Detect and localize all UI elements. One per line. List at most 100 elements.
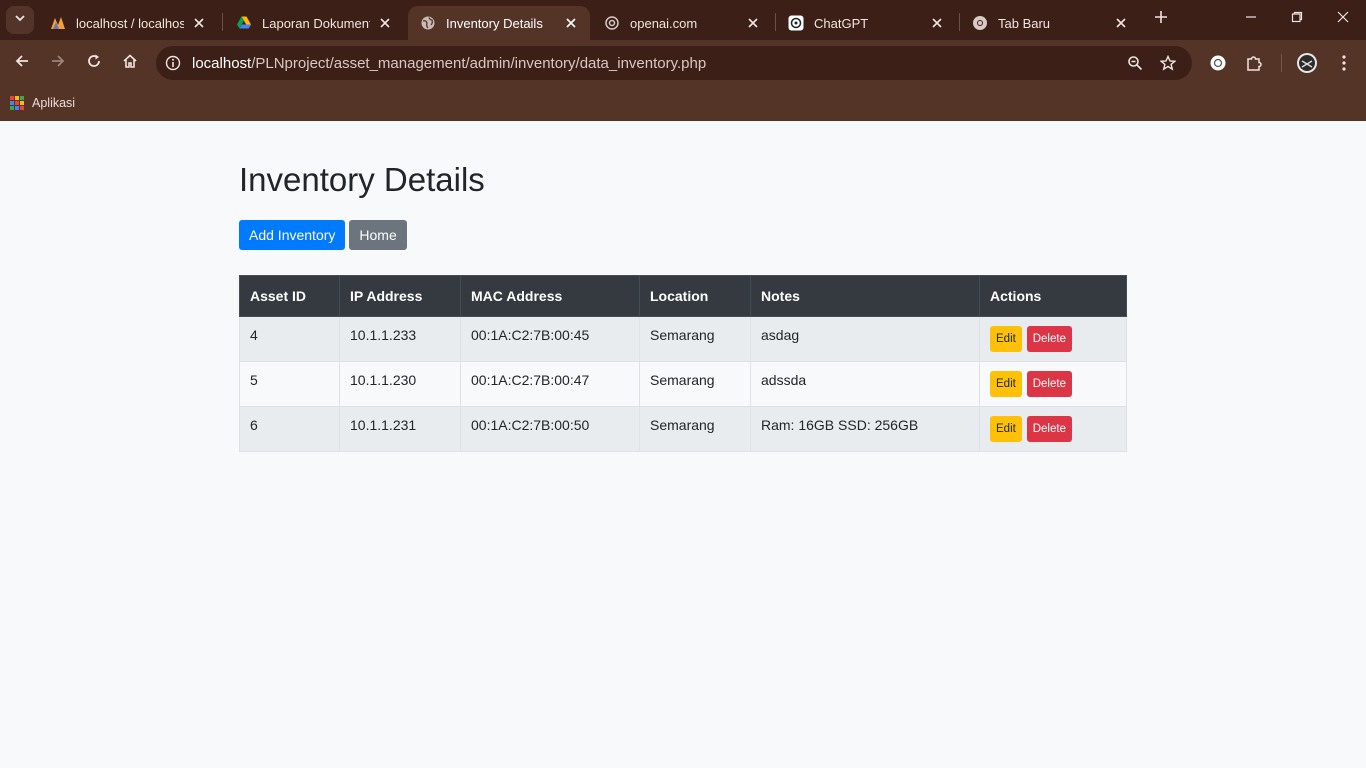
site-info-icon[interactable]	[162, 52, 184, 74]
back-button[interactable]	[10, 51, 34, 75]
toolbar-divider	[1281, 54, 1282, 72]
delete-button[interactable]: Delete	[1026, 416, 1072, 442]
tab-chatgpt[interactable]: ChatGPT	[776, 6, 956, 40]
new-tab-button[interactable]	[1150, 8, 1172, 30]
add-inventory-button[interactable]: Add Inventory	[239, 220, 346, 250]
delete-button[interactable]: Delete	[1026, 326, 1072, 352]
actions-cell: Edit Delete	[979, 316, 1127, 362]
bookmarks-bar: Aplikasi	[0, 86, 1366, 121]
col-location: Location	[639, 275, 751, 317]
col-asset-id: Asset ID	[239, 275, 340, 317]
table-row: 5 10.1.1.230 00:1A:C2:7B:00:47 Semarang …	[239, 361, 1127, 407]
notes-cell: Ram: 16GB SSD: 256GB	[750, 406, 980, 452]
minimize-button[interactable]	[1240, 8, 1262, 30]
mac-address-cell: 00:1A:C2:7B:00:47	[460, 361, 640, 407]
chrome-icon	[972, 15, 988, 31]
tab-laporan[interactable]: Laporan Dokumentasi	[224, 6, 404, 40]
tab-inventory-details[interactable]: Inventory Details	[408, 6, 590, 40]
close-icon[interactable]	[190, 14, 208, 32]
minimize-icon	[1245, 10, 1257, 28]
edit-button[interactable]: Edit	[990, 326, 1022, 352]
close-icon[interactable]	[376, 14, 394, 32]
page-content: Inventory Details Add Inventory Home Ass…	[0, 121, 1366, 768]
asset-id-cell: 5	[239, 361, 340, 407]
actions-cell: Edit Delete	[979, 361, 1127, 407]
tab-strip: localhost / localhost / Laporan Dokument…	[0, 0, 1366, 40]
close-icon[interactable]	[1112, 14, 1130, 32]
home-button[interactable]	[118, 51, 142, 75]
tab-title: ChatGPT	[814, 15, 869, 31]
close-icon[interactable]	[744, 14, 762, 32]
tab-title: Tab Baru	[998, 15, 1051, 31]
tab-localhost[interactable]: localhost / localhost /	[38, 6, 218, 40]
restore-button[interactable]	[1286, 8, 1308, 30]
home-link-button[interactable]: Home	[349, 220, 407, 250]
arrow-left-icon	[14, 53, 30, 74]
plus-icon	[1154, 10, 1168, 29]
openai-icon	[604, 15, 620, 31]
url-path: /PLNproject/asset_management/admin/inven…	[251, 54, 707, 72]
asset-id-cell: 6	[239, 406, 340, 452]
action-buttons: Add Inventory Home	[239, 220, 1127, 250]
page-title: Inventory Details	[239, 161, 485, 198]
avatar[interactable]	[1296, 52, 1318, 74]
ip-address-cell: 10.1.1.230	[339, 361, 461, 407]
url-text[interactable]: localhost/PLNproject/asset_management/ad…	[192, 55, 706, 72]
home-icon	[122, 53, 138, 74]
extension-icon[interactable]	[1207, 52, 1229, 74]
ip-address-cell: 10.1.1.231	[339, 406, 461, 452]
reload-button[interactable]	[82, 51, 106, 75]
zoom-icon[interactable]	[1124, 52, 1146, 74]
main-container: Inventory Details Add Inventory Home Ass…	[239, 121, 1127, 452]
edit-button[interactable]: Edit	[990, 371, 1022, 397]
table-row: 6 10.1.1.231 00:1A:C2:7B:00:50 Semarang …	[239, 406, 1127, 452]
inventory-table: Asset ID IP Address MAC Address Location…	[239, 275, 1127, 452]
notes-cell: adssda	[750, 361, 980, 407]
forward-button[interactable]	[46, 51, 70, 75]
tab-title: localhost / localhost /	[76, 15, 184, 31]
table-row: 4 10.1.1.233 00:1A:C2:7B:00:45 Semarang …	[239, 316, 1127, 362]
puzzle-icon[interactable]	[1243, 52, 1265, 74]
close-window-button[interactable]	[1332, 8, 1354, 30]
browser-toolbar: localhost/PLNproject/asset_management/ad…	[0, 40, 1366, 86]
actions-cell: Edit Delete	[979, 406, 1127, 452]
bookmark-label: Aplikasi	[32, 96, 76, 110]
tab-search-button[interactable]	[6, 6, 34, 34]
col-actions: Actions	[979, 275, 1127, 317]
restore-icon	[1291, 10, 1303, 28]
tab-tab-baru[interactable]: Tab Baru	[960, 6, 1140, 40]
chatgpt-icon	[788, 15, 804, 31]
asset-id-cell: 4	[239, 316, 340, 362]
edit-button[interactable]: Edit	[990, 416, 1022, 442]
col-ip-address: IP Address	[339, 275, 461, 317]
ip-address-cell: 10.1.1.233	[339, 316, 461, 362]
arrow-right-icon	[50, 53, 66, 74]
col-notes: Notes	[750, 275, 980, 317]
col-mac-address: MAC Address	[460, 275, 640, 317]
apps-grid-icon	[10, 96, 24, 110]
close-icon[interactable]	[928, 14, 946, 32]
globe-icon	[420, 15, 436, 31]
url-host: localhost	[192, 54, 252, 72]
bookmark-aplikasi[interactable]: Aplikasi	[10, 91, 75, 115]
tab-title: Laporan Dokumentasi	[262, 15, 370, 31]
chevron-down-icon	[14, 11, 26, 29]
kebab-menu-icon[interactable]	[1333, 52, 1355, 74]
tab-title: Inventory Details	[446, 15, 543, 31]
phpmyadmin-icon	[50, 15, 66, 31]
close-icon[interactable]	[562, 14, 580, 32]
notes-cell: asdag	[750, 316, 980, 362]
location-cell: Semarang	[639, 361, 751, 407]
delete-button[interactable]: Delete	[1026, 371, 1072, 397]
reload-icon	[86, 53, 102, 74]
tab-openai[interactable]: openai.com	[592, 6, 772, 40]
tab-separator	[222, 13, 223, 31]
mac-address-cell: 00:1A:C2:7B:00:50	[460, 406, 640, 452]
star-icon[interactable]	[1157, 52, 1179, 74]
address-bar[interactable]: localhost/PLNproject/asset_management/ad…	[156, 46, 1192, 80]
location-cell: Semarang	[639, 406, 751, 452]
location-cell: Semarang	[639, 316, 751, 362]
google-drive-icon	[236, 15, 252, 31]
mac-address-cell: 00:1A:C2:7B:00:45	[460, 316, 640, 362]
close-icon	[1337, 10, 1349, 28]
